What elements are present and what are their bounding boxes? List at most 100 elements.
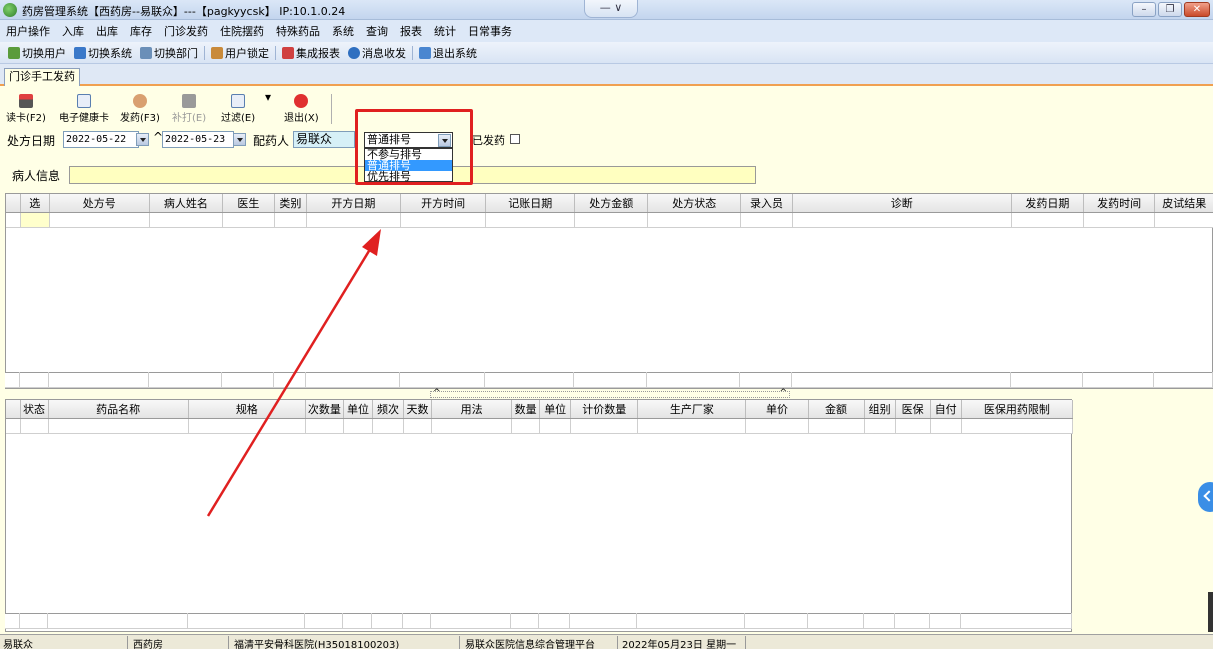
table-cell[interactable] (1154, 212, 1213, 228)
col-header[interactable]: 录入员 (740, 194, 793, 213)
col-header[interactable]: 处方状态 (647, 194, 742, 213)
table-cell[interactable] (306, 212, 402, 228)
table-cell[interactable] (792, 212, 1012, 228)
col-header[interactable]: 医保 (895, 400, 931, 419)
table-cell[interactable] (400, 212, 487, 228)
menu-inbound[interactable]: 入库 (56, 23, 90, 39)
col-header[interactable]: 医保用药限制 (961, 400, 1074, 419)
restore-button[interactable]: ❐ (1158, 2, 1182, 17)
col-header[interactable]: 自付 (930, 400, 962, 419)
col-header[interactable]: 组别 (864, 400, 896, 419)
menu-statistics[interactable]: 统计 (428, 23, 462, 39)
table-cell[interactable] (372, 418, 405, 434)
exit-system-button[interactable]: 退出系统 (415, 45, 481, 61)
col-header[interactable]: 处方号 (49, 194, 150, 213)
table-cell[interactable] (48, 418, 189, 434)
table-cell[interactable] (895, 418, 931, 434)
filter-button[interactable]: 过滤(E) (221, 94, 255, 124)
integrated-report-button[interactable]: 集成报表 (278, 45, 344, 61)
dispensed-checkbox[interactable] (510, 134, 520, 144)
table-cell[interactable] (808, 418, 865, 434)
row-indicator[interactable] (6, 418, 21, 434)
date-to-field[interactable]: 2022-05-23 (162, 131, 234, 148)
table-cell[interactable] (1011, 212, 1084, 228)
col-header[interactable]: 金额 (808, 400, 865, 419)
splitter-up-icon[interactable]: ^ (433, 388, 441, 398)
splitter-up-icon[interactable]: ^ (779, 388, 787, 398)
table-cell[interactable] (740, 212, 793, 228)
read-card-button[interactable]: 读卡(F2) (6, 94, 46, 124)
table-cell[interactable] (49, 212, 150, 228)
switch-system-button[interactable]: 切换系统 (70, 45, 136, 61)
table-cell[interactable] (403, 418, 433, 434)
table-cell[interactable] (930, 418, 962, 434)
col-header[interactable]: 单位 (539, 400, 572, 419)
col-header[interactable]: 医生 (222, 194, 276, 213)
dispense-button[interactable]: 发药(F3) (120, 94, 160, 124)
col-header[interactable]: 状态 (20, 400, 49, 419)
date-from-field[interactable]: 2022-05-22 (63, 131, 139, 148)
panel-splitter[interactable]: ^ ^ (430, 388, 790, 398)
menu-outbound[interactable]: 出库 (90, 23, 124, 39)
table-cell[interactable] (188, 418, 306, 434)
col-header[interactable]: 天数 (403, 400, 433, 419)
reprint-button[interactable]: 补打(E) (172, 94, 206, 124)
minimize-button[interactable]: – (1132, 2, 1156, 17)
menu-reports[interactable]: 报表 (394, 23, 428, 39)
table-cell[interactable] (20, 418, 49, 434)
menu-inventory[interactable]: 库存 (124, 23, 158, 39)
table-cell[interactable] (511, 418, 541, 434)
col-header[interactable]: 数量 (511, 400, 541, 419)
col-header[interactable]: 处方金额 (574, 194, 649, 213)
col-header[interactable]: 类别 (274, 194, 307, 213)
col-header[interactable]: 开方时间 (400, 194, 487, 213)
table-cell[interactable] (20, 212, 50, 228)
menu-query[interactable]: 查询 (360, 23, 394, 39)
close-button[interactable]: ✕ (1184, 2, 1210, 17)
col-header[interactable]: 规格 (188, 400, 306, 419)
table-cell[interactable] (574, 212, 649, 228)
col-header[interactable]: 选 (20, 194, 50, 213)
switch-user-button[interactable]: 切换用户 (4, 45, 70, 61)
menu-user-ops[interactable]: 用户操作 (0, 23, 56, 39)
menu-outpatient-dispense[interactable]: 门诊发药 (158, 23, 214, 39)
table-cell[interactable] (149, 212, 223, 228)
col-header[interactable]: 计价数量 (570, 400, 639, 419)
table-cell[interactable] (961, 418, 1074, 434)
table-cell[interactable] (637, 418, 747, 434)
col-header[interactable]: 频次 (372, 400, 405, 419)
table-cell[interactable] (274, 212, 307, 228)
col-header[interactable]: 单位 (343, 400, 373, 419)
col-header[interactable]: 药品名称 (48, 400, 189, 419)
date-to-dropdown-icon[interactable] (233, 133, 246, 146)
table-cell[interactable] (570, 418, 639, 434)
date-from-dropdown-icon[interactable] (136, 133, 149, 146)
e-health-card-button[interactable]: 电子健康卡 (59, 94, 109, 124)
table-cell[interactable] (222, 212, 276, 228)
table-row[interactable] (6, 212, 1213, 228)
table-cell[interactable] (647, 212, 742, 228)
col-header[interactable]: 发药日期 (1011, 194, 1084, 213)
exit-button[interactable]: 退出(X) (284, 94, 319, 124)
table-cell[interactable] (305, 418, 344, 434)
menu-daily-affairs[interactable]: 日常事务 (462, 23, 518, 39)
table-cell[interactable] (864, 418, 896, 434)
table-cell[interactable] (539, 418, 572, 434)
table-cell[interactable] (485, 212, 576, 228)
col-header[interactable]: 生产厂家 (637, 400, 747, 419)
col-header[interactable]: 皮试结果 (1154, 194, 1213, 213)
col-header[interactable]: 记账日期 (485, 194, 576, 213)
tab-outpatient-manual-dispense[interactable]: 门诊手工发药 (4, 68, 80, 86)
table-cell[interactable] (1083, 212, 1156, 228)
switch-dept-button[interactable]: 切换部门 (136, 45, 202, 61)
col-header[interactable]: 用法 (431, 400, 513, 419)
menu-inpatient-dispense[interactable]: 住院摆药 (214, 23, 270, 39)
title-dropdown-control[interactable]: — ∨ (584, 0, 638, 18)
edge-scroll-handle[interactable] (1208, 592, 1213, 632)
col-header[interactable]: 发药时间 (1083, 194, 1156, 213)
table-cell[interactable] (343, 418, 373, 434)
message-button[interactable]: 消息收发 (344, 45, 410, 61)
user-lock-button[interactable]: 用户锁定 (207, 45, 273, 61)
col-header[interactable]: 单价 (745, 400, 809, 419)
row-indicator[interactable] (6, 212, 21, 228)
